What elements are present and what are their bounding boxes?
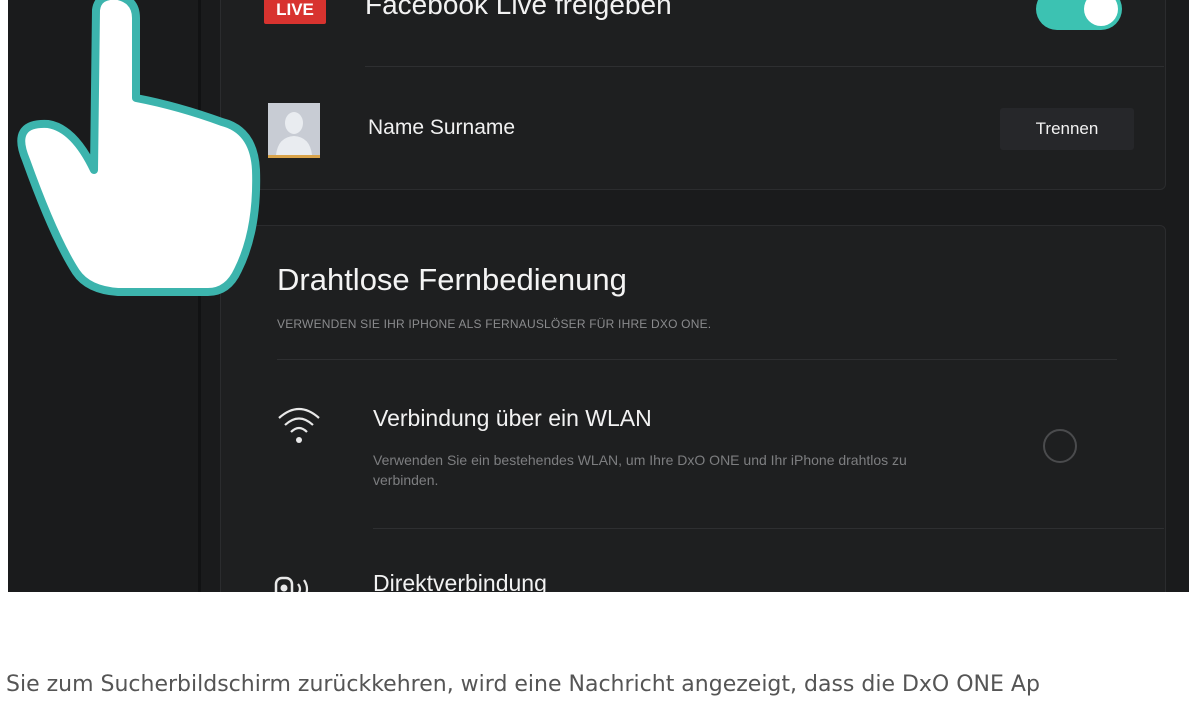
toggle-knob <box>1084 0 1118 26</box>
app-screenshot: LIVE Facebook Live freigeben Name Surnam… <box>8 0 1189 592</box>
facebook-live-title: Facebook Live freigeben <box>365 0 672 20</box>
section-subtitle: VERWENDEN SIE IHR IPHONE ALS FERNAUSLÖSE… <box>277 317 712 331</box>
disconnect-button[interactable]: Trennen <box>1000 108 1134 150</box>
divider <box>365 66 1164 67</box>
wifi-icon <box>278 407 320 443</box>
wifi-option-title[interactable]: Verbindung über ein WLAN <box>373 405 652 432</box>
divider <box>373 528 1164 529</box>
account-name: Name Surname <box>368 116 516 139</box>
direct-option-title[interactable]: Direktverbindung <box>373 570 547 592</box>
direct-connection-icon <box>274 576 309 592</box>
facebook-live-card <box>220 0 1166 190</box>
divider <box>277 359 1117 360</box>
section-title: Drahtlose Fernbedienung <box>277 262 627 297</box>
pointing-hand-icon <box>17 0 261 296</box>
caption-text: Sie zum Sucherbildschirm zurückkehren, w… <box>6 672 1040 697</box>
wifi-option-description: Verwenden Sie ein bestehendes WLAN, um I… <box>373 452 907 488</box>
facebook-live-toggle[interactable] <box>1036 0 1122 30</box>
wifi-option-radio[interactable] <box>1043 429 1077 463</box>
